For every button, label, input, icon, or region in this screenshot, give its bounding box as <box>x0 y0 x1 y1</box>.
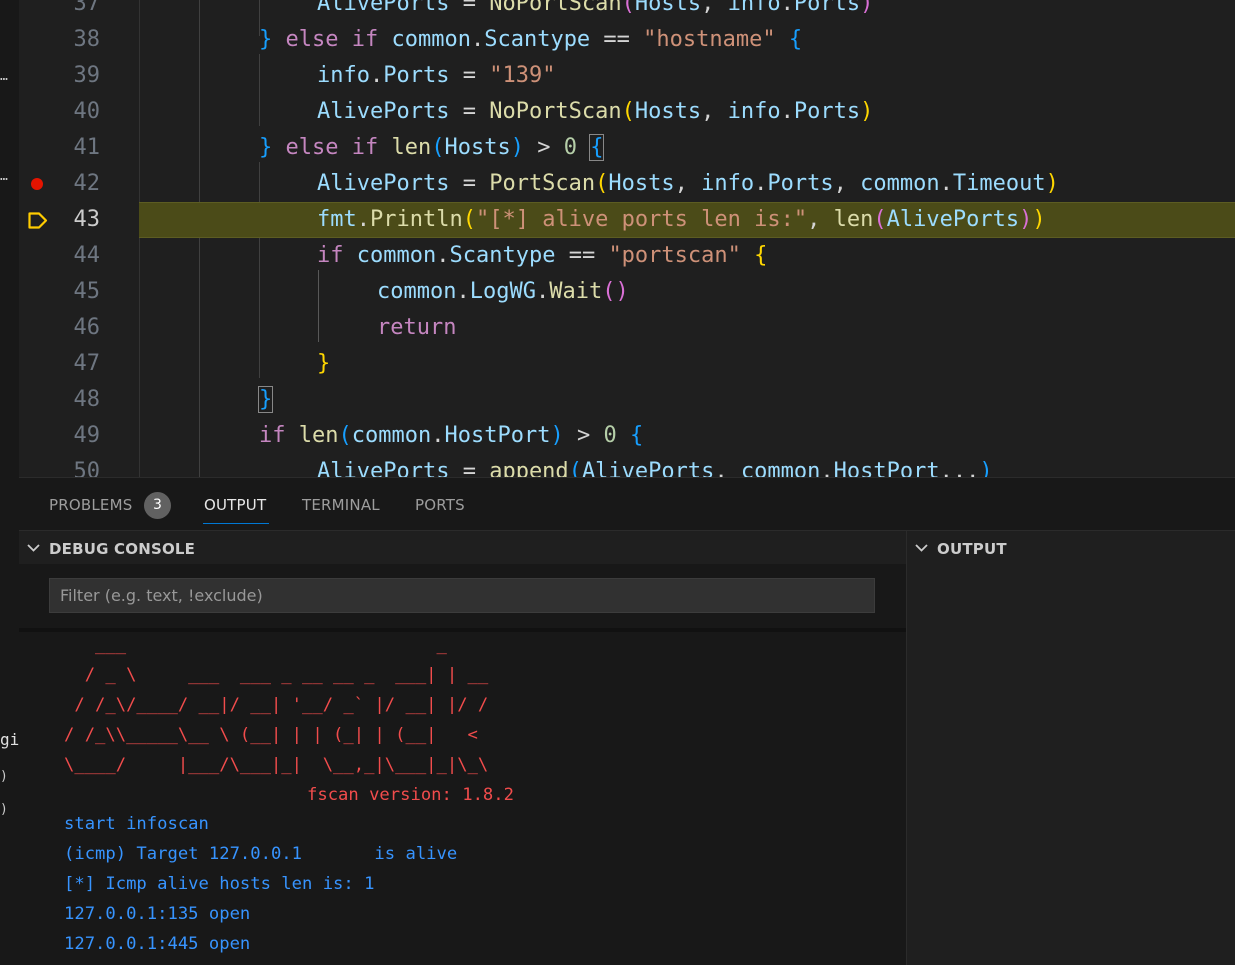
debug-console-title: DEBUG CONSOLE <box>49 540 196 558</box>
code-line: 50 AlivePorts = append(AlivePorts, commo… <box>19 454 1235 477</box>
sidebar-fragment: … <box>0 69 8 84</box>
line-number: 48 <box>73 387 101 412</box>
sidebar-fragment: ) <box>0 802 8 817</box>
active-tab-indicator <box>203 523 269 524</box>
code-line: 48 } <box>19 382 1235 418</box>
console-log-line: (icmp) Target 127.0.0.1 is alive <box>64 844 458 864</box>
tab-output[interactable]: OUTPUT <box>204 496 266 514</box>
sidebar-fragment: … <box>0 169 8 184</box>
debug-console-header[interactable]: DEBUG CONSOLE <box>19 530 906 564</box>
line-number: 44 <box>73 243 101 268</box>
sidebar-fragment: ) <box>0 769 8 784</box>
console-log-line: [*] Icmp alive hosts len is: 1 <box>64 874 375 894</box>
code-line: 39 info.Ports = "139" <box>19 58 1235 94</box>
line-number: 39 <box>73 63 101 88</box>
code-text: fmt.Println("[*] alive ports len is:", l… <box>317 207 1046 232</box>
code-text: if len(common.HostPort) > 0 { <box>259 423 644 448</box>
line-number: 47 <box>73 351 101 376</box>
code-text: } else if common.Scantype == "hostname" … <box>259 27 803 52</box>
code-text: AlivePorts = NoPortScan(Hosts, info.Port… <box>317 99 874 124</box>
problems-count-badge: 3 <box>144 492 171 519</box>
line-number: 49 <box>73 423 101 448</box>
ascii-banner-line: \____/ |___/\___|_| \__,_|\___|_|\_\ <box>64 755 489 775</box>
code-line: 37 AlivePorts = NoPortScan(Hosts, info.P… <box>19 0 1235 22</box>
code-line: 40 AlivePorts = NoPortScan(Hosts, info.P… <box>19 94 1235 130</box>
console-log-line: 127.0.0.1:135 open <box>64 904 251 924</box>
output-section-header[interactable]: OUTPUT <box>907 530 1235 564</box>
output-section-title: OUTPUT <box>937 540 1007 558</box>
code-line: 45 common.LogWG.Wait() <box>19 274 1235 310</box>
code-text: info.Ports = "139" <box>317 63 556 88</box>
code-text: if common.Scantype == "portscan" { <box>317 243 768 268</box>
filter-input[interactable]: Filter (e.g. text, !exclude) <box>49 578 875 613</box>
line-number: 40 <box>73 99 101 124</box>
code-text: AlivePorts = PortScan(Hosts, info.Ports,… <box>317 171 1059 196</box>
tab-ports[interactable]: PORTS <box>415 496 465 514</box>
ascii-banner-line: / /_\/____/ __|/ __| '__/ _` |/ __| |/ / <box>64 695 489 715</box>
code-line-current: 43 fmt.Println("[*] alive ports len is:"… <box>19 202 1235 238</box>
code-line: 49 if len(common.HostPort) > 0 { <box>19 418 1235 454</box>
bottom-panel: PROBLEMS 3 OUTPUT TERMINAL PORTS DEBUG C… <box>19 477 1235 965</box>
line-number: 37 <box>73 0 101 16</box>
chevron-down-icon[interactable] <box>26 542 41 554</box>
code-text: AlivePorts = append(AlivePorts, common.H… <box>317 459 993 477</box>
code-line: 41 } else if len(Hosts) > 0 { <box>19 130 1235 166</box>
left-sidebar-strip: … … gi ) ) <box>0 0 19 965</box>
line-number: 38 <box>73 27 101 52</box>
code-text: } <box>257 386 274 413</box>
console-log-line: start infoscan <box>64 814 209 834</box>
line-number: 42 <box>73 171 101 196</box>
line-number: 43 <box>73 207 101 232</box>
code-line: 42 AlivePorts = PortScan(Hosts, info.Por… <box>19 166 1235 202</box>
code-text: } else if len(Hosts) > 0 { <box>259 134 605 161</box>
code-text: } <box>317 351 331 376</box>
code-editor[interactable]: 37 AlivePorts = NoPortScan(Hosts, info.P… <box>19 0 1235 477</box>
code-line: 46 return <box>19 310 1235 346</box>
chevron-down-icon[interactable] <box>914 542 929 554</box>
code-line: 44 if common.Scantype == "portscan" { <box>19 238 1235 274</box>
sidebar-fragment: gi <box>0 730 20 749</box>
code-line: 47 } <box>19 346 1235 382</box>
console-log-line: 127.0.0.1:445 open <box>64 934 251 954</box>
ascii-banner-line: / _ \ ___ ___ _ __ __ _ ___| | __ <box>64 665 489 685</box>
code-text: return <box>377 315 457 340</box>
line-number: 50 <box>73 459 101 477</box>
ascii-banner-line: ___ _ <box>64 635 447 655</box>
tab-problems[interactable]: PROBLEMS <box>49 496 132 514</box>
version-line: fscan version: 1.8.2 <box>307 785 514 805</box>
code-text: AlivePorts = NoPortScan(Hosts, info.Port… <box>317 0 874 16</box>
line-number: 45 <box>73 279 101 304</box>
line-number: 41 <box>73 135 101 160</box>
line-number: 46 <box>73 315 101 340</box>
tab-terminal[interactable]: TERMINAL <box>302 496 380 514</box>
ascii-banner-line: / /_\\_____\__ \ (__| | | (_| | (__| < <box>64 725 478 745</box>
code-line: 38 } else if common.Scantype == "hostnam… <box>19 22 1235 58</box>
code-text: common.LogWG.Wait() <box>377 279 629 304</box>
output-view <box>907 564 1235 965</box>
